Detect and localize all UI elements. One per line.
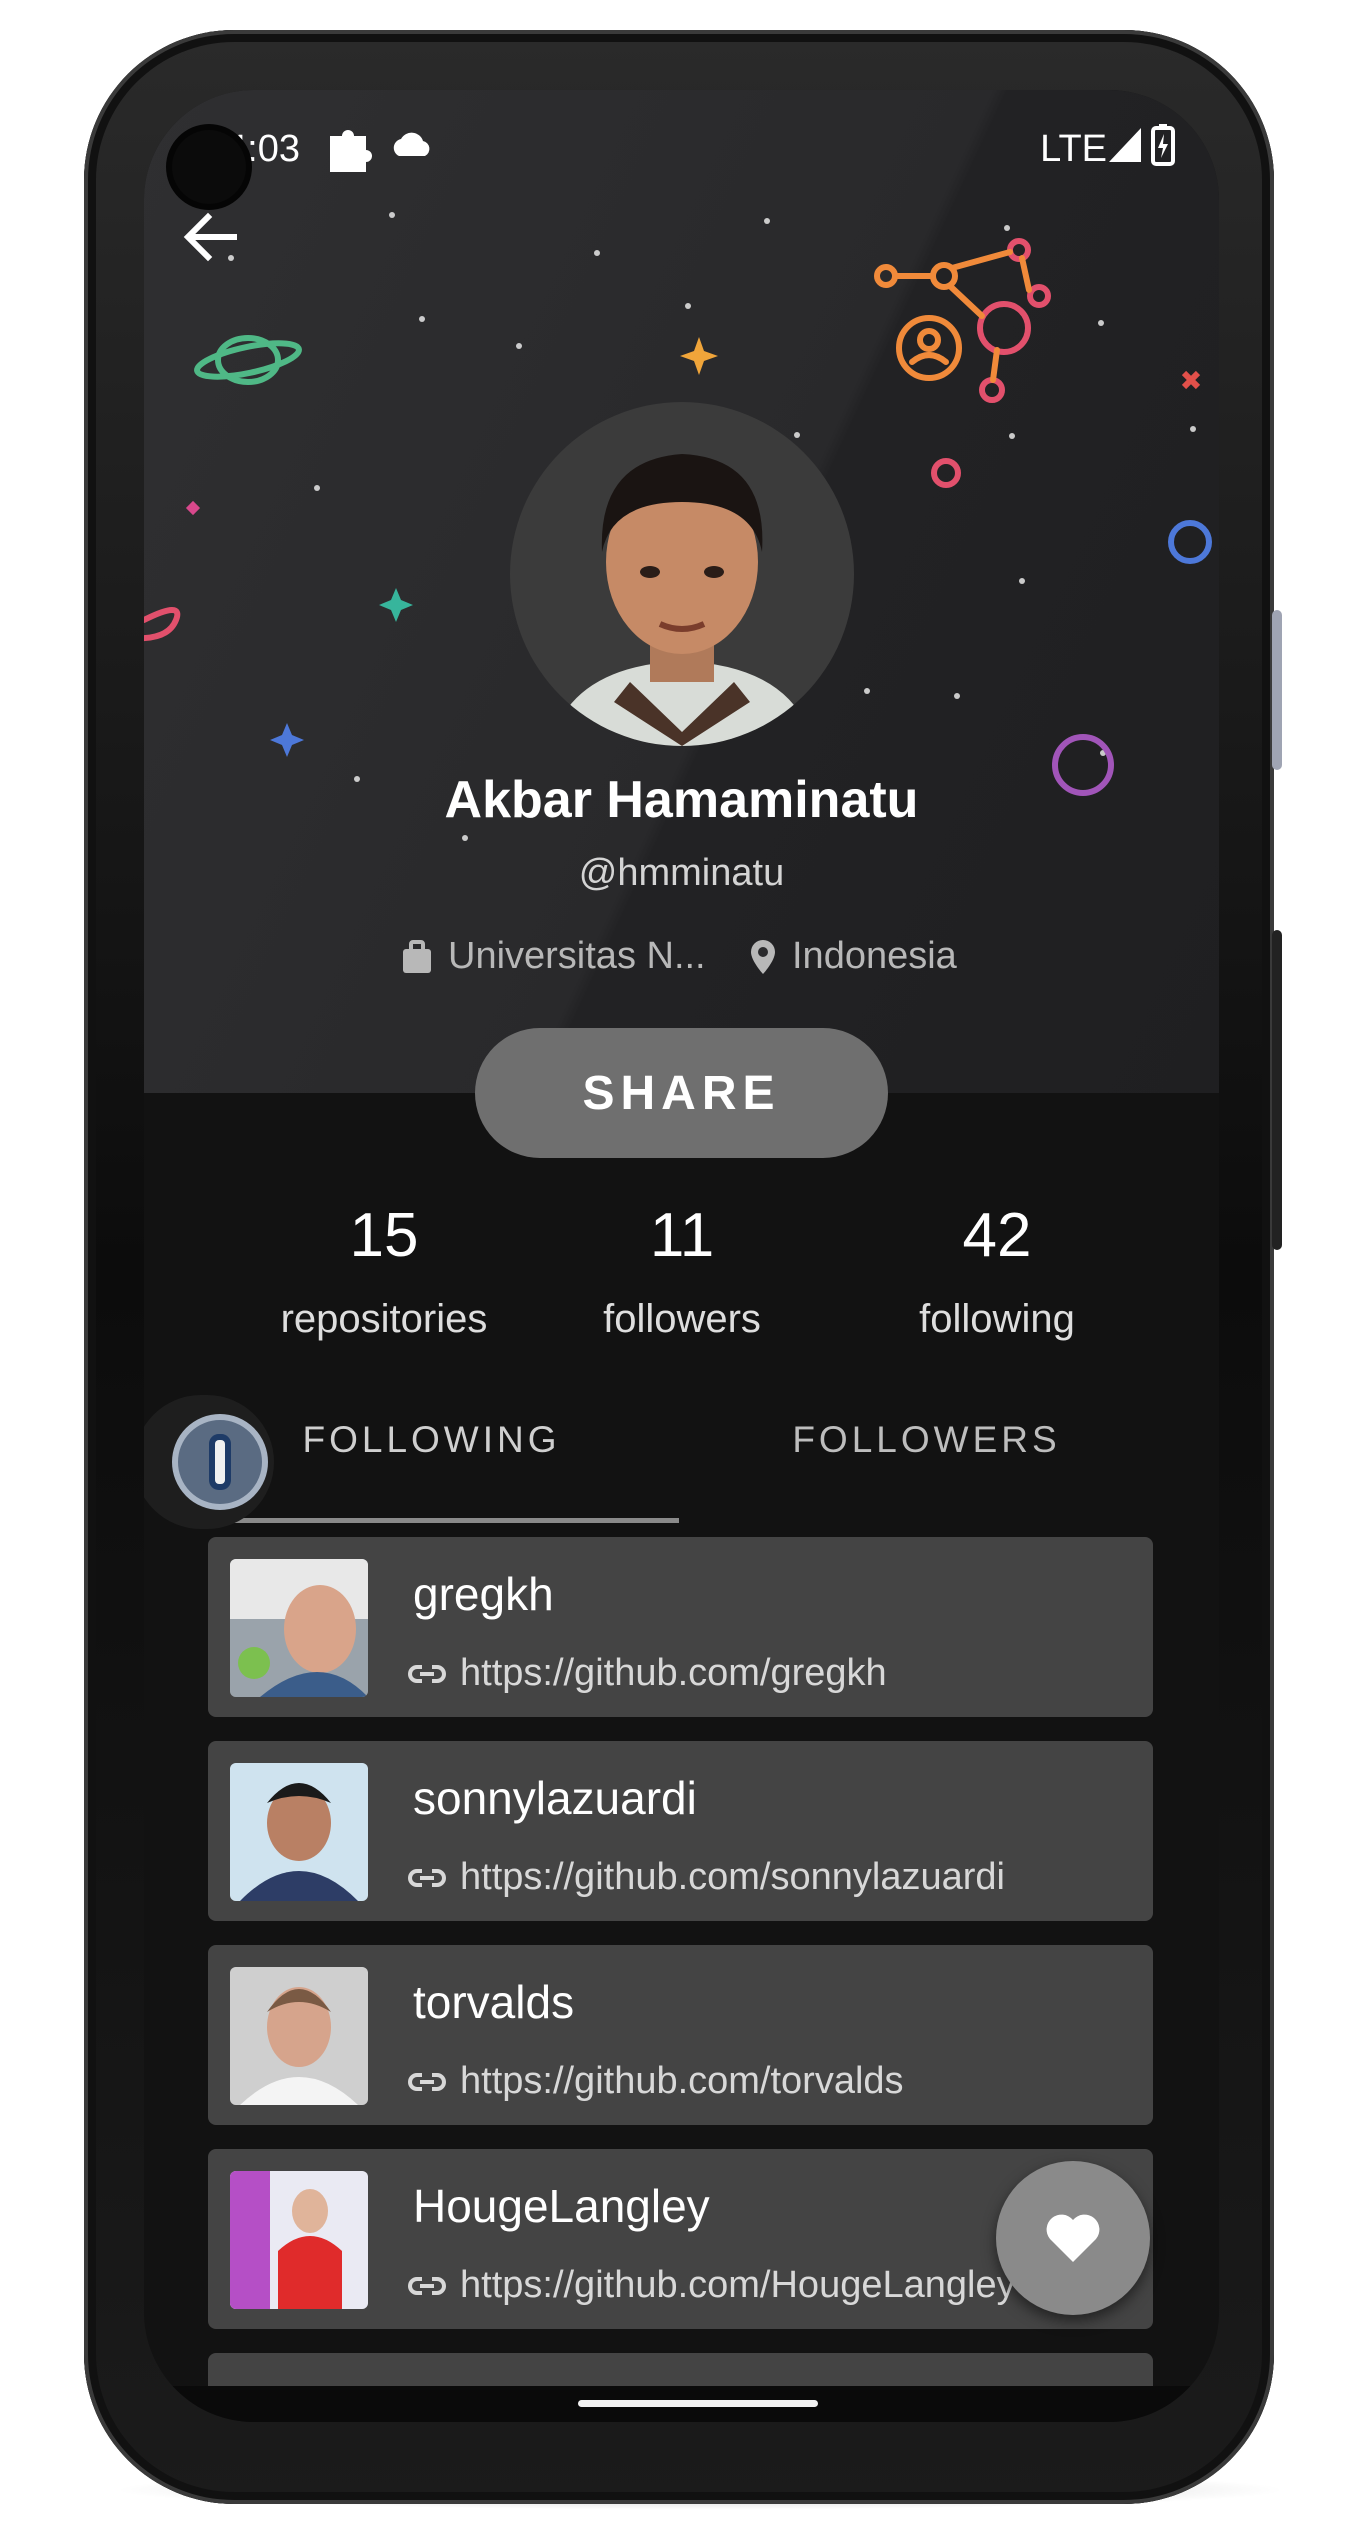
location-text: Indonesia <box>792 935 957 977</box>
tab-indicator <box>184 1518 679 1523</box>
company-info: Universitas N... <box>400 935 706 978</box>
link-icon <box>408 1664 446 1683</box>
password-manager-bubble[interactable] <box>144 1395 274 1529</box>
stat-label: repositories <box>280 1297 488 1341</box>
user-url: https://github.com/torvalds <box>408 2060 1138 2103</box>
user-url: https://github.com/sonnylazuardi <box>408 1856 1138 1899</box>
link-icon <box>408 2276 446 2295</box>
stat-followers[interactable]: 11 followers <box>532 1200 832 1342</box>
status-bar: 4:03 LTE <box>144 110 1219 180</box>
keyhole-icon <box>172 1414 268 1510</box>
user-avatar <box>230 1763 368 1901</box>
stat-following[interactable]: 42 following <box>847 1200 1147 1342</box>
user-avatar <box>230 1559 368 1697</box>
home-indicator[interactable] <box>578 2400 818 2407</box>
company-text: Universitas N... <box>448 935 706 977</box>
list-item[interactable]: gregkh https://github.com/gregkh <box>208 1537 1153 1717</box>
link-icon <box>408 1868 446 1887</box>
profile-header: 4:03 LTE Akbar Hamaminatu @hmminatu Univ… <box>144 90 1219 1093</box>
cloud-icon <box>393 132 430 156</box>
app-screen: 4:03 LTE Akbar Hamaminatu @hmminatu Univ… <box>144 90 1219 2422</box>
user-url-text: https://github.com/sonnylazuardi <box>460 1856 1005 1898</box>
stat-repositories[interactable]: 15 repositories <box>234 1200 534 1342</box>
stat-value: 15 <box>349 1201 419 1270</box>
tab-followers[interactable]: FOLLOWERS <box>679 1370 1174 1510</box>
profile-name: Akbar Hamaminatu <box>444 771 919 829</box>
user-login: sonnylazuardi <box>413 1772 697 1824</box>
user-login: torvalds <box>413 1976 575 2028</box>
stat-value: 42 <box>962 1201 1032 1270</box>
share-button[interactable]: SHARE <box>475 1028 888 1158</box>
stat-value: 11 <box>649 1201 715 1270</box>
user-url-text: https://github.com/gregkh <box>460 1652 887 1694</box>
avatar <box>510 402 854 746</box>
briefcase-icon <box>403 939 431 973</box>
heart-icon <box>1046 2214 1100 2262</box>
user-avatar <box>230 1967 368 2105</box>
map-pin-icon <box>751 939 775 974</box>
user-url-text: https://github.com/torvalds <box>460 2060 904 2102</box>
stat-label: followers <box>603 1297 761 1341</box>
link-icon <box>408 2072 446 2091</box>
battery-charging-icon <box>1151 124 1175 166</box>
arrow-left-icon[interactable] <box>176 202 246 272</box>
front-camera <box>172 130 246 204</box>
stat-label: following <box>919 1297 1075 1341</box>
volume-button <box>1272 930 1282 1250</box>
user-url-text: https://github.com/HougeLangley <box>460 2264 1016 2306</box>
user-avatar <box>230 2171 368 2309</box>
user-login: gregkh <box>413 1568 554 1620</box>
list-item[interactable]: torvalds https://github.com/torvalds <box>208 1945 1153 2125</box>
user-login: HougeLangley <box>413 2180 710 2232</box>
profile-username: @hmminatu <box>578 852 785 894</box>
network-type: LTE <box>1040 128 1107 170</box>
favorite-button[interactable] <box>996 2161 1150 2315</box>
location-info: Indonesia <box>748 935 957 978</box>
tab-bar: FOLLOWING FOLLOWERS <box>144 1370 1219 1530</box>
list-item[interactable]: sonnylazuardi https://github.com/sonnyla… <box>208 1741 1153 1921</box>
puzzle-icon <box>330 130 372 172</box>
signal-icon <box>1109 128 1141 162</box>
power-button <box>1272 610 1282 770</box>
user-url: https://github.com/gregkh <box>408 1652 1138 1695</box>
